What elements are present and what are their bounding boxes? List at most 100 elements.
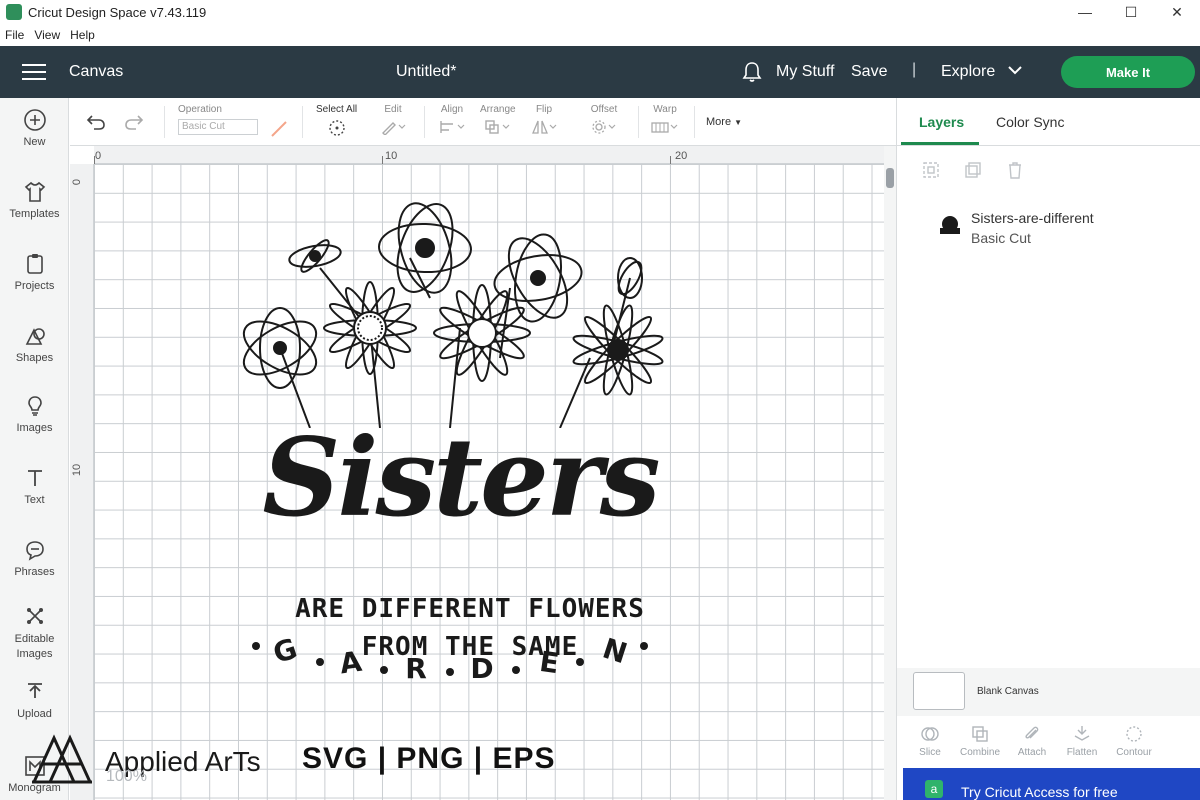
close-button[interactable]: ✕ (1154, 0, 1200, 24)
delete-icon[interactable] (1005, 160, 1025, 180)
access-banner-text: Try Cricut Access for free (961, 784, 1118, 800)
more-label: More (706, 116, 732, 128)
sidebar-label-projects: Projects (14, 280, 55, 292)
slice-button[interactable]: Slice (905, 724, 955, 758)
text-icon (27, 470, 42, 486)
save-button[interactable]: Save (851, 63, 887, 81)
combine-icon (972, 726, 988, 742)
sisters-design-artwork[interactable]: Sisters ARE DIFFERENT FLOWERS FROM THE S… (210, 198, 710, 685)
speech-bubble-icon (25, 541, 44, 561)
window-title: Cricut Design Space v7.43.119 (28, 4, 207, 20)
combine-label: Combine (959, 747, 1001, 758)
duplicate-icon[interactable] (963, 160, 983, 180)
offset-icon (592, 120, 616, 134)
hamburger-menu-icon[interactable] (22, 64, 46, 80)
sidebar-item-images[interactable]: Images (0, 394, 69, 434)
window-title-bar: Cricut Design Space v7.43.119 — ☐ ✕ (0, 0, 1200, 24)
flip-icon (532, 120, 557, 134)
design-canvas[interactable]: 0 10 20 0 10 Sisters ARE DIFFERENT FLOWE… (70, 146, 896, 800)
cricut-access-icon: a (925, 780, 943, 798)
menu-view[interactable]: View (29, 28, 65, 42)
edit-toolbar: Operation Basic Cut Select All Edit Alig… (70, 98, 896, 146)
offset-group[interactable]: Offset (590, 104, 618, 138)
notification-bell-icon[interactable] (742, 61, 762, 83)
maximize-button[interactable]: ☐ (1108, 0, 1154, 24)
warp-group[interactable]: Warp (650, 104, 680, 138)
sidebar-label-templates: Templates (9, 208, 60, 220)
redo-icon[interactable] (124, 114, 144, 130)
applied-arts-logo (32, 734, 92, 784)
operation-select[interactable]: Basic Cut (178, 119, 258, 135)
zoom-level[interactable]: 100% (106, 768, 147, 786)
vertical-scrollbar[interactable] (884, 146, 896, 800)
slice-icon (921, 727, 939, 741)
sidebar-item-upload[interactable]: Upload (0, 680, 69, 720)
garden-letter: D (470, 652, 493, 685)
ruler-tick-20: 20 (675, 150, 688, 162)
left-sidebar: New Templates Projects Shapes Images Tex… (0, 98, 69, 800)
menu-bar: File View Help (0, 24, 1200, 46)
top-ruler: 0 10 20 (94, 146, 884, 164)
group-icon[interactable] (921, 160, 941, 180)
align-label: Align (440, 104, 464, 115)
file-formats: SVG | PNG | EPS (302, 742, 556, 775)
operation-label: Operation (178, 104, 222, 115)
explore-dropdown[interactable]: Explore (941, 63, 995, 81)
flatten-label: Flatten (1066, 747, 1098, 758)
menu-file[interactable]: File (0, 28, 29, 42)
edit-group[interactable]: Edit (380, 104, 406, 138)
select-all-group[interactable]: Select All (316, 104, 357, 140)
window-controls: — ☐ ✕ (1062, 0, 1200, 24)
sidebar-item-phrases[interactable]: Phrases (0, 538, 69, 578)
garden-letter: R (405, 652, 427, 685)
clipboard-icon (26, 254, 43, 274)
sidebar-item-new[interactable]: New (0, 108, 69, 148)
panel-actions-bar: Slice Combine Attach Flatten Contour (897, 720, 1200, 764)
make-it-button[interactable]: Make It (1061, 56, 1195, 88)
align-group[interactable]: Align (438, 104, 466, 138)
lightbulb-icon (27, 396, 42, 416)
arrange-group[interactable]: Arrange (480, 104, 516, 138)
phrase-line-1: ARE DIFFERENT FLOWERS (295, 594, 645, 624)
blank-canvas-layer[interactable]: Blank Canvas (897, 668, 1200, 716)
sidebar-item-projects[interactable]: Projects (0, 252, 69, 292)
left-ruler: 0 10 (70, 164, 94, 800)
editable-images-icon (26, 608, 43, 624)
scrollbar-thumb[interactable] (886, 168, 894, 188)
layer-actions (921, 160, 1025, 180)
sidebar-label-upload: Upload (17, 708, 52, 720)
attach-button[interactable]: Attach (1007, 724, 1057, 758)
sidebar-item-editable-images[interactable]: Editable Images (0, 604, 69, 662)
app-header: Canvas Untitled* My Stuff Save | Explore… (0, 46, 1200, 98)
sidebar-item-shapes[interactable]: Shapes (0, 324, 69, 364)
layer-item[interactable]: Sisters-are-different Basic Cut (933, 208, 1193, 252)
sidebar-item-text[interactable]: Text (0, 466, 69, 506)
select-all-icon (328, 120, 345, 136)
flip-group[interactable]: Flip (530, 104, 558, 138)
flatten-icon (1074, 726, 1090, 741)
my-stuff-link[interactable]: My Stuff (776, 63, 834, 81)
warp-icon (651, 122, 678, 133)
combine-button[interactable]: Combine (955, 724, 1005, 758)
sidebar-item-templates[interactable]: Templates (0, 180, 69, 220)
heart-dots (252, 642, 648, 676)
slice-label: Slice (919, 747, 941, 758)
garden-letter: G (269, 632, 301, 670)
attach-label: Attach (1017, 747, 1047, 758)
menu-help[interactable]: Help (65, 28, 100, 42)
arrange-label: Arrange (480, 104, 516, 115)
cricut-access-banner[interactable]: a Try Cricut Access for free (903, 768, 1200, 800)
flower-bouquet-illustration (242, 202, 664, 428)
pen-color-swatch-icon[interactable] (270, 120, 288, 138)
more-dropdown[interactable]: More ▼ (706, 116, 742, 128)
select-all-label: Select All (316, 104, 358, 115)
minimize-button[interactable]: — (1062, 0, 1108, 24)
edit-pencil-icon (382, 122, 406, 136)
undo-icon[interactable] (86, 114, 106, 130)
tab-color-sync[interactable]: Color Sync (996, 114, 1064, 130)
paperclip-icon (1025, 726, 1039, 739)
tab-layers[interactable]: Layers (919, 114, 964, 130)
flatten-button[interactable]: Flatten (1057, 724, 1107, 758)
chevron-down-icon[interactable] (1008, 65, 1022, 75)
contour-button[interactable]: Contour (1109, 724, 1159, 758)
